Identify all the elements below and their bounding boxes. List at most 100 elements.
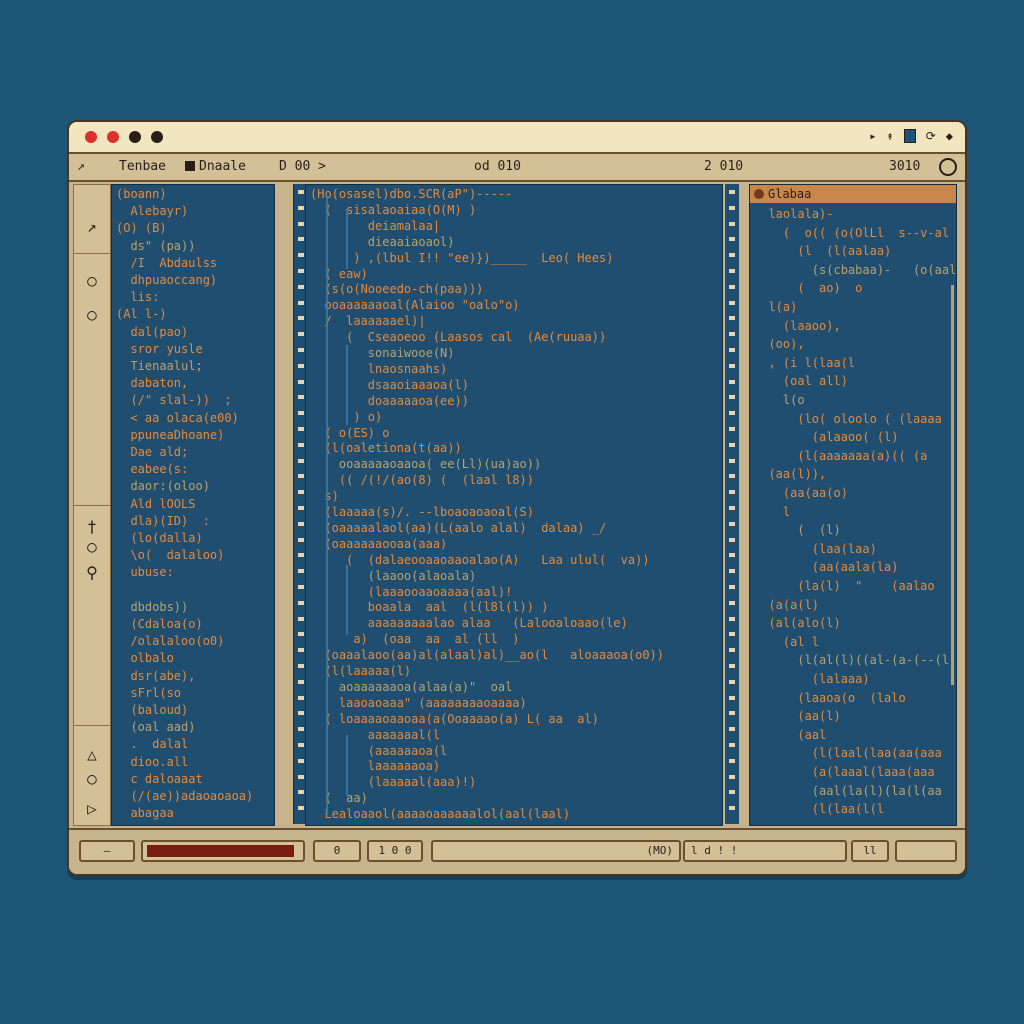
code-line: daor:(oloo)	[116, 479, 210, 494]
code-line: lis:	[116, 290, 160, 305]
status-bar: — 0 1 0 0 (MO) l d ! ! ll	[69, 828, 965, 874]
status-button-4[interactable]: 1 0 0	[367, 840, 423, 862]
code-line: sFrl(so	[116, 685, 182, 700]
arrow-icon[interactable]: ▸	[869, 128, 876, 144]
toolbar-arrow-icon[interactable]: ↗	[77, 159, 85, 174]
status-button-3[interactable]: 0	[313, 840, 361, 862]
status-field[interactable]: (MO)	[431, 840, 681, 862]
extra-window-button[interactable]	[151, 131, 163, 143]
code-line: Ald lOOLS	[116, 496, 196, 511]
file-explorer-panel: (boann) Alebayr) (O) (B) ds" (pa)) /I Abd…	[111, 184, 275, 826]
code-line: ppuneaDhoane)	[116, 427, 225, 442]
upload-icon[interactable]: ↟	[886, 128, 893, 144]
code-line: dsaaoiaaaoa(l)	[310, 377, 469, 392]
outline-scrollbar[interactable]	[951, 285, 954, 685]
code-line: (lalaaa)	[754, 672, 870, 686]
code-line: l	[754, 504, 791, 519]
line-marker	[298, 284, 304, 289]
circle-icon-2[interactable]: ○	[82, 305, 102, 325]
code-line: Tienaalul;	[116, 359, 203, 373]
line-marker	[729, 506, 735, 510]
code-line: (aal(la(l)(la(l(aa	[754, 783, 942, 798]
maximize-window-button[interactable]	[129, 131, 141, 143]
line-marker	[729, 474, 735, 479]
code-line: ) ,(lbul I!! "ee)})_____ Leo( Hees)	[310, 250, 614, 265]
code-line: (aaaaaaoa(l	[310, 743, 448, 758]
code-line: ( sisalaoaiaa(O(M) )	[310, 202, 477, 217]
code-line: ( ao) o	[754, 281, 863, 296]
code-line: (oaaaaalaol(aa)(L(aalo alal) dalaa) _/	[310, 520, 607, 535]
pin-icon[interactable]: ⚲	[82, 563, 102, 583]
line-marker	[729, 648, 735, 653]
code-line: sonaiwooe(N)	[310, 346, 455, 360]
code-line: l(a)	[754, 300, 798, 314]
circle-icon-1[interactable]: ○	[82, 271, 102, 291]
code-line: (/" slal-)) ;	[116, 393, 232, 408]
code-line: ( o(ES) o	[310, 425, 390, 440]
status-button-1[interactable]: —	[79, 840, 135, 862]
minimize-window-button[interactable]	[107, 131, 119, 143]
share-icon[interactable]: ↗	[82, 217, 102, 237]
line-marker	[298, 458, 304, 463]
file-icon[interactable]	[903, 129, 916, 143]
line-marker	[298, 332, 304, 337]
line-marker	[729, 205, 735, 210]
left-scrollbar[interactable]	[277, 184, 291, 824]
toolbar-item-2[interactable]: Dnaale	[181, 159, 246, 174]
code-line: ( loaaaaoaaoaa(a(Ooaaaao(a) L( aa al)	[310, 711, 599, 726]
toolbar-item-1[interactable]: Tenbae	[119, 159, 166, 174]
line-marker	[298, 664, 304, 668]
circle-icon[interactable]	[939, 158, 957, 176]
circle-icon-4[interactable]: ○	[82, 769, 102, 789]
code-line: a) (oaa aa al (ll )	[310, 632, 520, 647]
line-marker	[729, 521, 735, 526]
code-line: deiamalaa|	[310, 218, 441, 233]
refresh-icon[interactable]: ⟳	[926, 128, 936, 144]
title-bar: ▸ ↟ ⟳ ◆	[69, 122, 965, 154]
line-marker	[298, 774, 304, 779]
code-line: (laaoa(o (lalo	[754, 690, 906, 705]
play-icon[interactable]: ▷	[82, 799, 102, 819]
line-marker	[298, 521, 304, 526]
code-line: (laaaaal(aaa)!)	[310, 775, 477, 790]
line-marker	[729, 553, 735, 558]
dagger-icon[interactable]: †	[82, 517, 102, 537]
code-editor-panel[interactable]: (Ho(osasel)dbo.SCR(aP")----- ( sisalaoai…	[305, 184, 723, 826]
line-marker	[729, 743, 735, 747]
indent-guide	[326, 195, 328, 815]
line-marker	[298, 790, 304, 795]
close-window-button[interactable]	[85, 131, 97, 143]
toolbar-item-3[interactable]: D 00 >	[279, 159, 326, 174]
code-line: (a(laaal(laaa(aaa	[754, 765, 935, 779]
triangle-icon[interactable]: △	[82, 745, 102, 765]
code-line: (laaoo(alaoala)	[310, 568, 477, 583]
code-line: (oaaalaoo(aa)al(alaal)al)__ao(l aloaaaoa…	[310, 648, 665, 663]
status-button-6[interactable]: l d ! !	[683, 840, 847, 862]
code-line: \o( dalaloo)	[116, 548, 225, 563]
code-line: dal(pao)	[116, 324, 189, 339]
code-line: laaaaaaoa)	[310, 759, 441, 774]
line-marker	[729, 664, 735, 668]
status-button-8[interactable]: ll	[851, 840, 889, 862]
code-line: Alebayr)	[116, 204, 189, 219]
code-line: /I Abdaulss	[116, 255, 218, 270]
code-line: (laaaaa(s)/. --lboaoaoaoal(S)	[310, 505, 534, 519]
circle-icon-3[interactable]: ○	[82, 537, 102, 557]
line-marker	[298, 379, 304, 384]
status-button-9[interactable]	[895, 840, 957, 862]
activity-bar: ↗ ○ ○ † ○ ⚲ △ ○ ▷	[73, 184, 111, 826]
diamond-icon[interactable]: ◆	[946, 128, 953, 144]
code-line: (a(a(l)	[754, 597, 820, 612]
code-line: c daloaaat	[116, 771, 203, 786]
code-line: (aal	[754, 727, 827, 742]
toolbar-right-label-2: 3010	[889, 159, 921, 174]
line-marker	[298, 806, 304, 811]
progress-bar[interactable]	[141, 840, 305, 862]
outline-header[interactable]: Glabaa	[750, 185, 956, 203]
code-line: dioo.all	[116, 754, 189, 769]
line-marker	[298, 600, 304, 605]
code-line: /olalaloo(o0)	[116, 634, 225, 649]
line-marker	[729, 300, 735, 305]
toolbar-right-label-1: 2 010	[704, 159, 744, 174]
code-line: l(o	[754, 393, 805, 407]
